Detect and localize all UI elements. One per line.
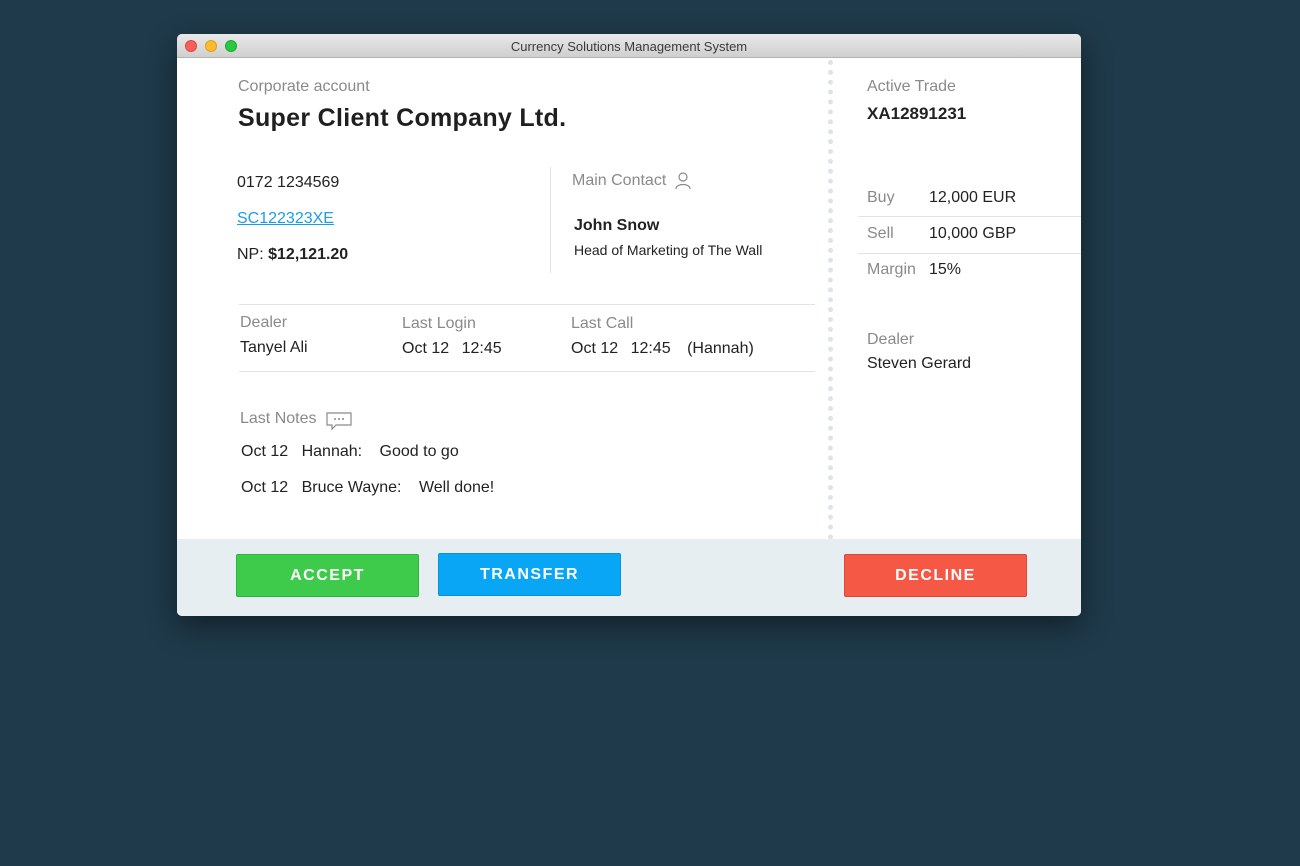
account-type-label: Corporate account xyxy=(238,78,370,95)
company-name: Super Client Company Ltd. xyxy=(238,104,567,132)
last-login-time: 12:45 xyxy=(461,340,502,357)
note-author: Bruce Wayne: xyxy=(301,479,402,496)
buy-value: 12,000 EUR xyxy=(929,189,1017,206)
accept-button[interactable]: ACCEPT xyxy=(236,554,419,597)
trade-row-divider xyxy=(858,253,1081,254)
note-date: Oct 12 xyxy=(241,479,289,496)
decline-button[interactable]: DECLINE xyxy=(844,554,1027,597)
contact-name: John Snow xyxy=(574,217,660,234)
last-call-label: Last Call xyxy=(571,315,634,332)
last-login-value: Oct 12 12:45 xyxy=(402,340,502,358)
note-item: Oct 12 Hannah: Good to go xyxy=(241,443,459,461)
title-bar: Currency Solutions Management System xyxy=(177,34,1081,58)
margin-value: 15% xyxy=(929,261,962,278)
active-trade-label: Active Trade xyxy=(867,78,956,95)
contact-role: Head of Marketing of The Wall xyxy=(574,242,763,258)
last-notes-label: Last Notes xyxy=(240,410,317,427)
phone-number: 0172 1234569 xyxy=(237,174,340,191)
person-icon xyxy=(675,172,691,190)
dealer-value: Tanyel Ali xyxy=(240,339,308,356)
last-login-label: Last Login xyxy=(402,315,476,332)
main-contact-label: Main Contact xyxy=(572,172,667,189)
np-value: $12,121.20 xyxy=(268,246,349,263)
last-call-value: Oct 12 12:45 (Hannah) xyxy=(571,340,754,358)
transfer-button[interactable]: TRANSFER xyxy=(438,553,621,596)
note-text: Good to go xyxy=(379,443,459,460)
trade-row-divider xyxy=(858,216,1081,217)
trade-dealer-label: Dealer xyxy=(867,331,915,348)
last-call-date: Oct 12 xyxy=(571,340,619,357)
last-call-time: 12:45 xyxy=(630,340,671,357)
trade-id: XA12891231 xyxy=(867,104,967,123)
column-divider xyxy=(550,167,551,273)
divider-bottom xyxy=(239,371,815,372)
np-row: NP: $12,121.20 xyxy=(237,246,348,264)
window-title: Currency Solutions Management System xyxy=(510,39,748,54)
note-item: Oct 12 Bruce Wayne: Well done! xyxy=(241,479,494,497)
last-login-date: Oct 12 xyxy=(402,340,450,357)
sell-value: 10,000 GBP xyxy=(929,225,1017,242)
margin-label: Margin xyxy=(867,261,916,278)
action-bar: ACCEPT TRANSFER DECLINE xyxy=(177,539,1081,616)
app-window: Currency Solutions Management System Cor… xyxy=(177,34,1081,616)
speech-bubble-icon xyxy=(326,412,352,431)
account-id-link[interactable]: SC122323XE xyxy=(237,210,334,228)
note-author: Hannah: xyxy=(301,443,363,460)
dealer-label: Dealer xyxy=(240,314,288,331)
np-label: NP: xyxy=(237,246,264,263)
panel-divider xyxy=(828,60,833,540)
buy-label: Buy xyxy=(867,189,895,206)
note-text: Well done! xyxy=(418,479,495,496)
trade-dealer-value: Steven Gerard xyxy=(867,355,972,372)
last-call-by: (Hannah) xyxy=(687,340,754,357)
note-date: Oct 12 xyxy=(241,443,289,460)
sell-label: Sell xyxy=(867,225,894,242)
divider-top xyxy=(239,304,815,305)
